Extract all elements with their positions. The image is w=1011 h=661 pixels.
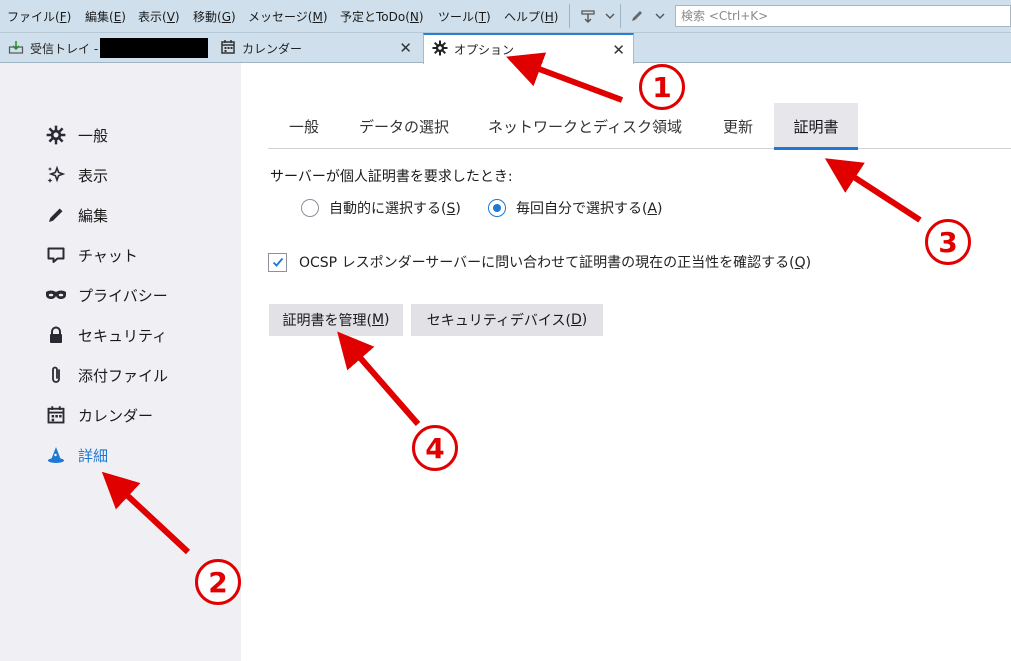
redacted-account-name: [100, 38, 209, 58]
tab-label: カレンダー: [242, 41, 303, 56]
certificate-request-prompt: サーバーが個人証明書を要求したとき:: [270, 169, 513, 185]
tab-label: オプション: [454, 43, 515, 57]
sparkle-icon: [44, 163, 68, 187]
sidebar-item-security[interactable]: セキュリティ: [44, 322, 167, 348]
subtab-update[interactable]: 更新: [702, 103, 774, 149]
radio-button[interactable]: [301, 199, 319, 217]
subtab-network-disk[interactable]: ネットワークとディスク領域: [468, 103, 702, 149]
download-icon[interactable]: [579, 7, 597, 25]
sidebar-item-display[interactable]: 表示: [44, 162, 108, 188]
menu-view[interactable]: 表示(V): [138, 8, 180, 25]
menu-events-tasks[interactable]: 予定とToDo(N): [340, 8, 424, 25]
gear-icon: [432, 40, 448, 59]
tab-label: 受信トレイ -: [30, 41, 99, 56]
menu-help[interactable]: ヘルプ(H): [504, 8, 558, 25]
tab-inbox[interactable]: 受信トレイ -: [8, 33, 213, 63]
toolbar-separator: [569, 4, 570, 28]
sidebar-item-advanced[interactable]: 詳細: [44, 442, 108, 468]
sidebar-item-privacy[interactable]: プライバシー: [44, 282, 168, 308]
annotation-number-4: 4: [412, 425, 458, 471]
menu-edit[interactable]: 編集(E): [85, 8, 126, 25]
radio-label: 自動的に選択する(S): [329, 201, 461, 217]
calendar-icon: [220, 39, 236, 58]
subtab-certificates[interactable]: 証明書: [774, 103, 858, 150]
subtab-data-choices[interactable]: データの選択: [340, 103, 468, 149]
sidebar-item-chat[interactable]: チャット: [44, 242, 138, 268]
radio-label: 毎回自分で選択する(A): [516, 201, 663, 217]
tab-calendar[interactable]: カレンダー ✕: [220, 33, 420, 63]
manage-certificates-button[interactable]: 証明書を管理(M): [269, 304, 403, 336]
annotation-number-1: 1: [639, 64, 685, 110]
gear-icon: [44, 123, 68, 147]
paperclip-icon: [44, 363, 68, 387]
subtab-general[interactable]: 一般: [268, 103, 340, 149]
security-devices-button[interactable]: セキュリティデバイス(D): [411, 304, 603, 336]
close-icon[interactable]: ✕: [399, 39, 412, 57]
lock-icon: [44, 323, 68, 347]
annotation-arrow-4: [337, 331, 421, 426]
ocsp-checkbox[interactable]: [268, 252, 287, 272]
radio-select-automatically[interactable]: 自動的に選択する(S): [301, 197, 461, 219]
inbox-download-icon: [8, 39, 24, 58]
tabstrip: 受信トレイ - カレンダー ✕ オプション ✕: [0, 33, 1011, 64]
chevron-down-icon[interactable]: [601, 7, 619, 25]
menu-file[interactable]: ファイル(F): [7, 8, 71, 25]
mask-icon: [44, 283, 68, 307]
chat-icon: [44, 243, 68, 267]
menu-go[interactable]: 移動(G): [193, 8, 236, 25]
checkmark-icon: [272, 257, 283, 267]
advanced-subtabs: 一般 データの選択 ネットワークとディスク領域 更新 証明書: [268, 103, 1011, 150]
menu-message[interactable]: メッセージ(M): [248, 8, 328, 25]
wizard-hat-icon: [44, 443, 68, 467]
menubar: ファイル(F) 編集(E) 表示(V) 移動(G) メッセージ(M) 予定とTo…: [0, 0, 1011, 33]
sidebar-item-calendar[interactable]: カレンダー: [44, 402, 153, 428]
radio-ask-every-time[interactable]: 毎回自分で選択する(A): [488, 197, 663, 219]
toolbar-separator: [620, 4, 621, 28]
pencil-icon: [44, 203, 68, 227]
annotation-arrow-3: [824, 158, 922, 223]
close-icon[interactable]: ✕: [612, 41, 625, 59]
pencil-icon[interactable]: [628, 7, 646, 25]
search-box[interactable]: [675, 5, 1011, 27]
chevron-down-icon[interactable]: [651, 7, 669, 25]
calendar-icon: [44, 403, 68, 427]
annotation-arrow-1: [506, 52, 624, 103]
annotation-number-2: 2: [195, 559, 241, 605]
sidebar-item-attachments[interactable]: 添付ファイル: [44, 362, 168, 388]
menu-tools[interactable]: ツール(T): [438, 8, 491, 25]
sidebar-item-general[interactable]: 一般: [44, 122, 108, 148]
tab-options[interactable]: オプション ✕: [423, 33, 634, 64]
search-input[interactable]: [676, 6, 1010, 26]
ocsp-label: OCSP レスポンダーサーバーに問い合わせて証明書の現在の正当性を確認する(Q): [299, 255, 812, 271]
ocsp-checkbox-row[interactable]: OCSP レスポンダーサーバーに問い合わせて証明書の現在の正当性を確認する(Q): [268, 250, 811, 274]
sidebar-item-composition[interactable]: 編集: [44, 202, 108, 228]
radio-button-selected[interactable]: [488, 199, 506, 217]
annotation-number-3: 3: [925, 219, 971, 265]
